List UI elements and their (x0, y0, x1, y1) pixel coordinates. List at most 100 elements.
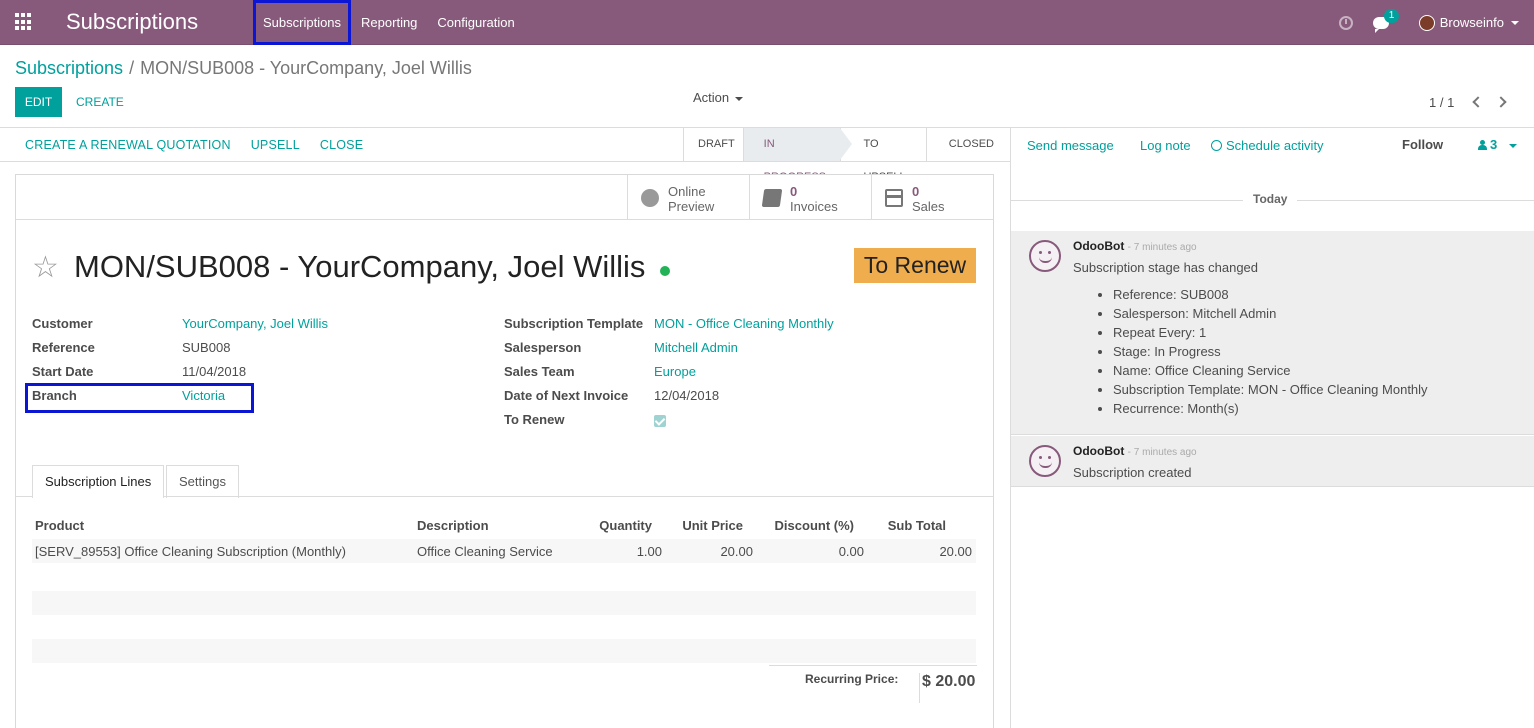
create-button[interactable]: CREATE (76, 87, 124, 117)
salesperson-value[interactable]: Mitchell Admin (654, 338, 738, 358)
close-button[interactable]: CLOSE (310, 128, 373, 162)
stage-closed[interactable]: CLOSED (925, 128, 1010, 161)
tab-settings[interactable]: Settings (166, 465, 239, 498)
chatter-message: OdooBot - 7 minutes ago Subscription sta… (1011, 231, 1534, 435)
cell-discount: 0.00 (838, 544, 864, 559)
chevron-down-icon (1509, 143, 1518, 148)
start-date-value: 11/04/2018 (182, 364, 247, 379)
customer-label: Customer (32, 316, 93, 331)
user-avatar[interactable] (1418, 14, 1435, 31)
user-menu[interactable]: Browseinfo (1440, 15, 1504, 30)
pager-next-button[interactable] (1495, 96, 1509, 108)
salesperson-label: Salesperson (504, 340, 582, 355)
start-date-label: Start Date (32, 364, 94, 379)
to-renew-checkbox[interactable] (654, 415, 666, 427)
sales-button[interactable]: 0 Sales (871, 175, 993, 219)
tracking-value: Stage: In Progress (1113, 342, 1428, 361)
table-header: Product Description Quantity Unit Price … (32, 513, 976, 539)
menu-configuration[interactable]: Configuration (427, 0, 524, 45)
send-message-button[interactable]: Send message (1027, 138, 1114, 153)
col-subtotal[interactable]: Sub Total (866, 513, 946, 539)
date-separator-label: Today (1243, 192, 1298, 206)
credit-card-icon (885, 189, 903, 207)
form-sheet: Online Preview 0 Invoices 0 Sales ☆ MON/… (15, 174, 994, 728)
chevron-down-icon (735, 96, 744, 101)
activity-clock-icon[interactable] (1338, 15, 1353, 30)
subscription-template-label: Subscription Template (504, 316, 644, 331)
systray: 1 Browseinfo (1338, 0, 1519, 45)
chatter-topbar: Send message Log note Schedule activity … (1011, 128, 1534, 164)
tracking-values-list: Reference: SUB008 Salesperson: Mitchell … (1098, 285, 1428, 418)
menu-reporting[interactable]: Reporting (351, 0, 427, 45)
reference-value: SUB008 (182, 340, 231, 355)
star-icon[interactable]: ☆ (32, 253, 59, 283)
tracking-value: Repeat Every: 1 (1113, 323, 1428, 342)
apps-menu-icon[interactable] (15, 13, 33, 31)
invoices-button[interactable]: 0 Invoices (749, 175, 871, 219)
odoobot-avatar (1029, 240, 1061, 272)
sales-team-value[interactable]: Europe (654, 362, 696, 382)
empty-row (32, 615, 976, 639)
followers-button[interactable]: 3 (1478, 137, 1518, 152)
to-renew-label: To Renew (504, 412, 565, 427)
create-renewal-quotation-button[interactable]: CREATE A RENEWAL QUOTATION (15, 128, 241, 162)
statusbar-buttons: CREATE A RENEWAL QUOTATION UPSELL CLOSE (15, 128, 373, 162)
chat-icon[interactable]: 1 (1372, 8, 1400, 33)
message-author: OdooBot - 7 minutes ago (1073, 239, 1197, 253)
pager-previous-button[interactable] (1471, 96, 1484, 108)
branch-label: Branch (32, 388, 77, 403)
tracking-value: Recurrence: Month(s) (1113, 399, 1428, 418)
form-statusbar: CREATE A RENEWAL QUOTATION UPSELL CLOSE … (0, 128, 1010, 183)
follow-button[interactable]: Follow (1402, 137, 1443, 152)
cell-description: Office Cleaning Service (417, 544, 553, 559)
message-time: - 7 minutes ago (1127, 242, 1197, 253)
online-preview-button[interactable]: Online Preview (627, 175, 749, 219)
next-invoice-date-label: Date of Next Invoice (504, 388, 629, 403)
pager-value[interactable]: 1 / 1 (1429, 95, 1454, 110)
online-preview-label: Online Preview (668, 184, 715, 214)
stage-draft[interactable]: DRAFT (683, 128, 743, 161)
cell-product: [SERV_89553] Office Cleaning Subscriptio… (35, 544, 346, 559)
tab-subscription-lines[interactable]: Subscription Lines (32, 465, 165, 498)
col-unit-price[interactable]: Unit Price (663, 513, 743, 539)
message-body: Subscription stage has changed (1073, 260, 1259, 275)
button-box-divider (16, 219, 993, 220)
main-menu: Subscriptions Reporting Configuration (253, 0, 525, 45)
chevron-down-icon[interactable] (1511, 20, 1519, 25)
smart-button-box: Online Preview 0 Invoices 0 Sales (627, 175, 993, 219)
recurring-price-value: $ 20.00 (919, 673, 975, 703)
empty-row-stripe (32, 591, 976, 615)
to-renew-badge: To Renew (854, 248, 976, 283)
cell-subtotal: 20.00 (939, 544, 972, 559)
cell-unit-price: 20.00 (720, 544, 753, 559)
stage-bar: DRAFT IN PROGRESS TO UPSELL CLOSED (683, 128, 1010, 183)
cell-quantity: 1.00 (636, 544, 662, 559)
breadcrumb-parent[interactable]: Subscriptions (15, 58, 123, 78)
tracking-value: Name: Office Cleaning Service (1113, 361, 1428, 380)
edit-button[interactable]: EDIT (15, 87, 62, 117)
schedule-activity-button[interactable]: Schedule activity (1211, 138, 1324, 153)
branch-value[interactable]: Victoria (182, 386, 225, 406)
subscription-template-value[interactable]: MON - Office Cleaning Monthly (654, 314, 834, 334)
empty-row-stripe (32, 639, 976, 663)
message-author: OdooBot - 7 minutes ago (1073, 444, 1197, 458)
sales-team-label: Sales Team (504, 364, 575, 379)
customer-value[interactable]: YourCompany, Joel Willis (182, 314, 328, 334)
table-row[interactable]: [SERV_89553] Office Cleaning Subscriptio… (32, 539, 976, 565)
tracking-value: Subscription Template: MON - Office Clea… (1113, 380, 1428, 399)
menu-subscriptions[interactable]: Subscriptions (253, 0, 352, 45)
upsell-button[interactable]: UPSELL (241, 128, 310, 162)
col-description[interactable]: Description (417, 513, 489, 539)
action-dropdown[interactable]: Action (693, 90, 744, 105)
col-quantity[interactable]: Quantity (572, 513, 652, 539)
book-icon (761, 189, 783, 207)
tracking-value: Salesperson: Mitchell Admin (1113, 304, 1428, 323)
odoobot-avatar (1029, 445, 1061, 477)
clock-icon (1211, 140, 1222, 151)
stage-to-upsell[interactable]: TO UPSELL (840, 128, 925, 183)
col-product[interactable]: Product (35, 513, 84, 539)
log-note-button[interactable]: Log note (1140, 138, 1191, 153)
stage-in-progress[interactable]: IN PROGRESS (742, 128, 853, 183)
app-brand: Subscriptions (66, 9, 199, 34)
col-discount[interactable]: Discount (%) (764, 513, 854, 539)
